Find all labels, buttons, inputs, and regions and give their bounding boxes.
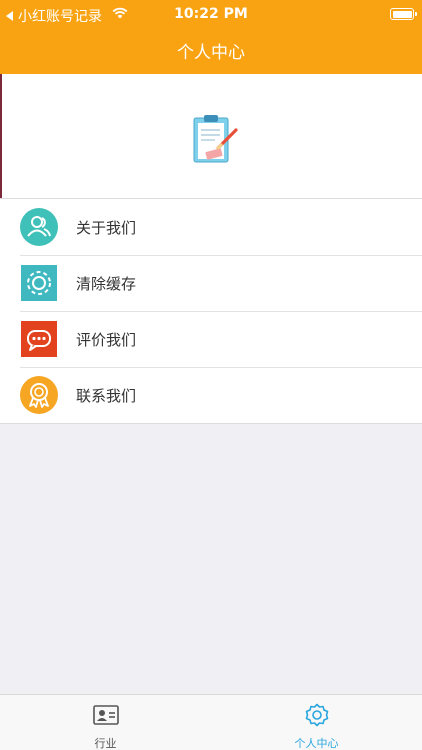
chat-icon [20, 320, 58, 358]
battery-icon [390, 8, 417, 20]
menu-item-label: 关于我们 [76, 219, 137, 237]
menu-item-label: 联系我们 [76, 387, 137, 405]
status-bar: 小红账号记录 10:22 PM [0, 0, 422, 28]
menu-item-contact-us[interactable]: 联系我们 [0, 367, 422, 423]
menu-item-rate-us[interactable]: 评价我们 [0, 311, 422, 367]
id-card-icon [92, 705, 119, 725]
menu-item-label: 评价我们 [76, 331, 137, 349]
page-title: 个人中心 [177, 43, 245, 63]
tab-label: 个人中心 [294, 737, 339, 750]
gear-icon [20, 264, 58, 302]
top-bar: 小红账号记录 10:22 PM 个人中心 [0, 0, 422, 74]
menu-item-about-us[interactable]: 关于我们 [0, 199, 422, 255]
award-icon [20, 376, 58, 414]
gear-icon [305, 703, 328, 727]
users-icon [20, 208, 58, 246]
status-time: 10:22 PM [174, 6, 248, 22]
tab-industry[interactable]: 行业 [0, 695, 211, 750]
tab-label: 行业 [94, 737, 117, 750]
menu-item-clear-cache[interactable]: 清除缓存 [0, 255, 422, 311]
header-banner [0, 74, 422, 198]
clipboard-icon [193, 115, 238, 163]
menu-item-label: 清除缓存 [76, 275, 137, 293]
tab-bar: 行业 个人中心 [0, 694, 422, 750]
tab-personal-center[interactable]: 个人中心 [211, 695, 422, 750]
settings-menu: 关于我们 清除缓存 评价我们 联系我们 [0, 198, 422, 424]
